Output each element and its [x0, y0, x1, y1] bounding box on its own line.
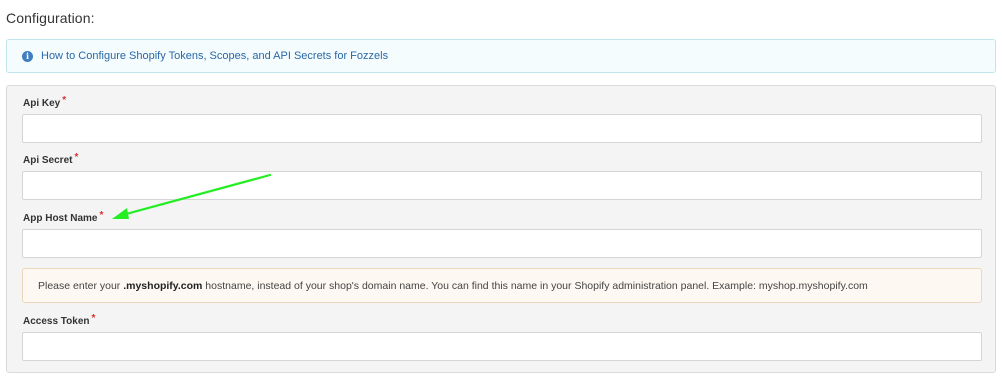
hint-prefix: Please enter your: [38, 279, 124, 292]
app-host-name-label-text: App Host Name: [23, 213, 98, 224]
configuration-panel: Api Key * Api Secret * App Host Name * Plea…: [6, 85, 996, 373]
api-key-input[interactable]: [22, 114, 982, 143]
info-circle-icon: i: [22, 50, 33, 62]
required-asterisk: *: [62, 95, 67, 106]
api-secret-label-text: Api Secret: [23, 155, 73, 166]
access-token-label: Access Token *: [23, 313, 96, 327]
info-alert: i How to Configure Shopify Tokens, Scope…: [6, 39, 996, 73]
required-asterisk: *: [99, 210, 104, 221]
hostname-hint-alert: Please enter your .myshopify.com hostnam…: [22, 268, 982, 303]
api-secret-label: Api Secret *: [23, 152, 79, 166]
hint-emphasis: .myshopify.com: [123, 279, 203, 292]
api-secret-input[interactable]: [22, 171, 982, 200]
access-token-input[interactable]: [22, 332, 982, 361]
api-key-label: Api Key *: [23, 95, 67, 109]
app-host-name-label: App Host Name *: [23, 210, 104, 224]
help-link[interactable]: How to Configure Shopify Tokens, Scopes,…: [41, 50, 388, 62]
required-asterisk: *: [91, 313, 96, 324]
app-host-name-input[interactable]: [22, 229, 982, 258]
required-asterisk: *: [74, 152, 79, 163]
hint-suffix: hostname, instead of your shop's domain …: [202, 279, 868, 292]
access-token-label-text: Access Token: [23, 316, 90, 327]
page-title: Configuration:: [6, 10, 95, 26]
api-key-label-text: Api Key: [23, 98, 61, 109]
